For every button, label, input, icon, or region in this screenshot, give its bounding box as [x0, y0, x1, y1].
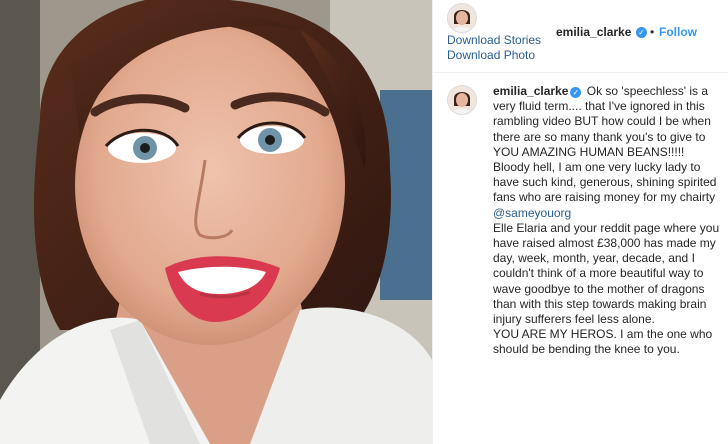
avatar-icon	[448, 4, 476, 32]
verified-badge-icon: ✓	[570, 87, 582, 98]
caption-mention-line: @sameyouorg	[493, 206, 723, 221]
header-avatar[interactable]	[447, 3, 477, 33]
verified-badge-icon: ✓	[636, 27, 647, 38]
header-divider	[433, 72, 728, 73]
selfie-illustration	[0, 0, 432, 444]
post-photo[interactable]	[0, 0, 432, 444]
caption-paragraph-1: emilia_clarke ✓ Ok so 'speechless' is a v…	[493, 84, 723, 206]
instagram-post: Download Stories Download Photo emilia_c…	[0, 0, 728, 444]
follow-button[interactable]: Follow	[659, 25, 697, 39]
avatar-icon	[448, 86, 476, 114]
caption-username[interactable]: emilia_clarke	[493, 84, 568, 98]
post-sidebar: Download Stories Download Photo emilia_c…	[432, 0, 728, 444]
download-stories-link[interactable]: Download Stories	[447, 32, 541, 48]
mention-link[interactable]: @sameyouorg	[493, 206, 571, 220]
download-photo-link[interactable]: Download Photo	[447, 47, 535, 63]
header-separator: •	[650, 25, 655, 39]
header-username[interactable]: emilia_clarke	[556, 25, 631, 39]
caption-text-1: Ok so 'speechless' is a very fluid term.…	[493, 84, 717, 205]
caption-text-3: YOU ARE MY HEROS. I am the one who shoul…	[493, 327, 713, 357]
caption-text-2: Elle Elaria and your reddit page where y…	[493, 220, 720, 327]
caption-avatar[interactable]	[447, 85, 477, 115]
post-caption: emilia_clarke ✓ Ok so 'speechless' is a v…	[493, 84, 723, 358]
